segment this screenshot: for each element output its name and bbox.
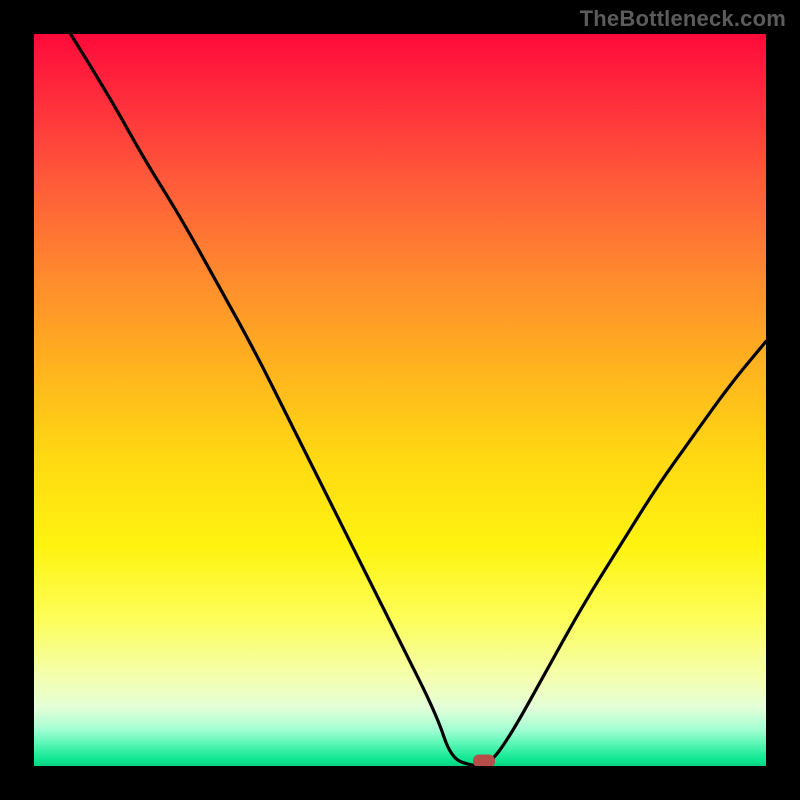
bottleneck-curve xyxy=(34,34,766,766)
optimal-point-marker xyxy=(473,754,495,766)
chart-frame: TheBottleneck.com xyxy=(0,0,800,800)
plot-area xyxy=(34,34,766,766)
watermark-text: TheBottleneck.com xyxy=(580,6,786,32)
